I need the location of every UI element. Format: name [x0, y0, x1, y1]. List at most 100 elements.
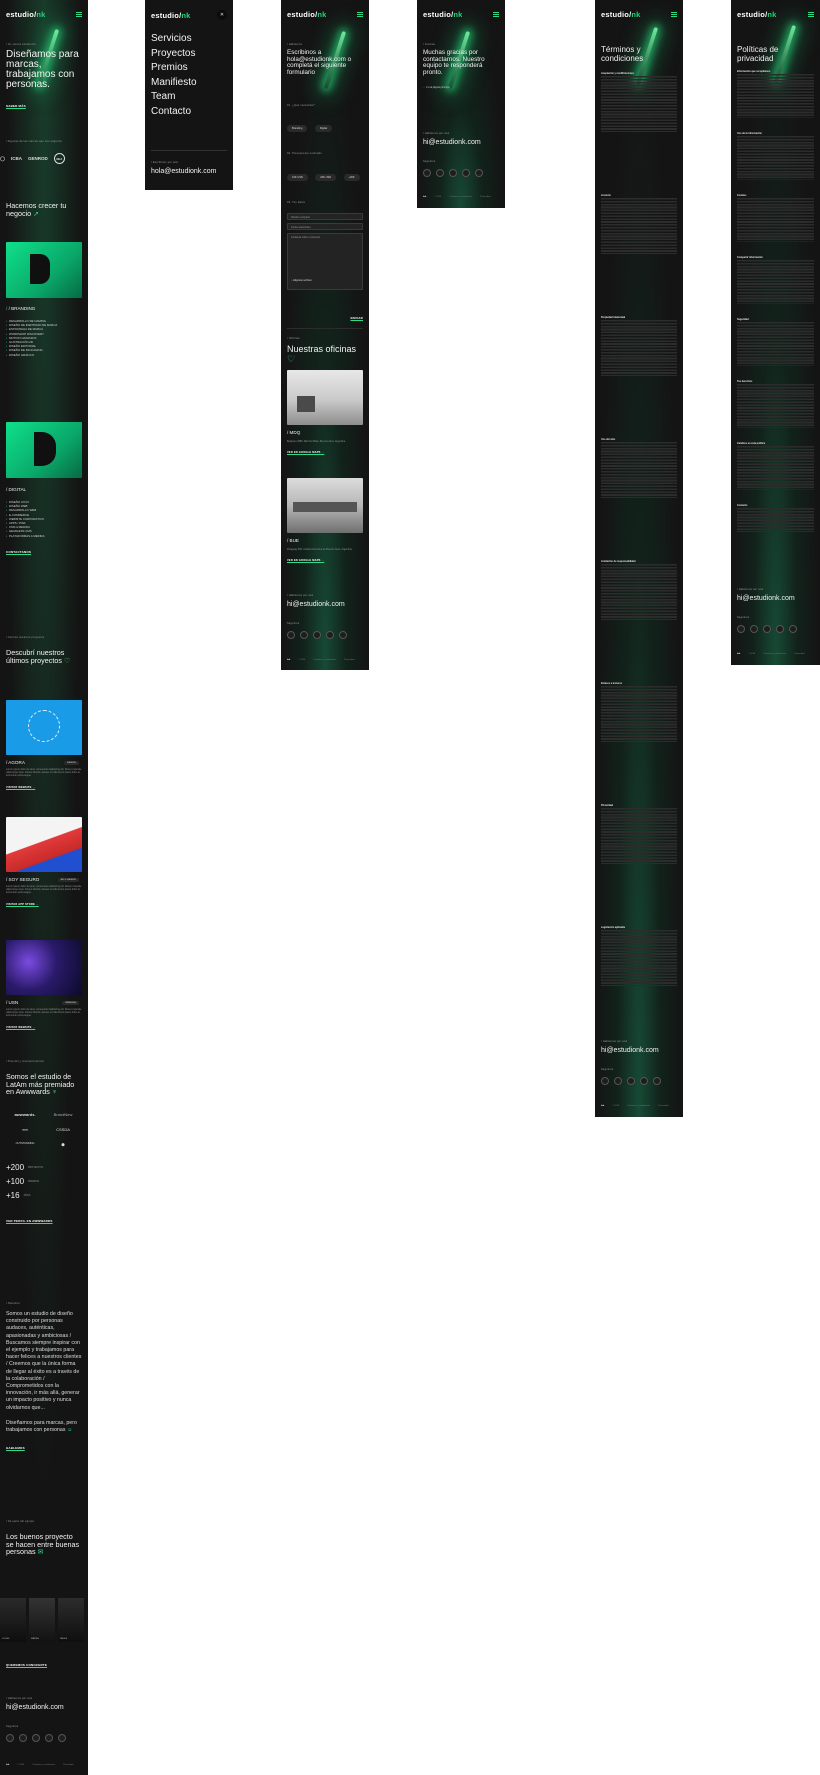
section-heading: Legislación aplicable	[601, 926, 626, 929]
behance-icon[interactable]	[313, 631, 321, 639]
project-link[interactable]: VISITAR WEBSITE →	[6, 1026, 82, 1029]
terms-section: Enlaces a terceros	[601, 682, 677, 742]
privacy-link[interactable]: Privacidad	[344, 659, 354, 661]
linkedin-icon[interactable]	[436, 169, 444, 177]
queremos-conocerte-link[interactable]: QUEREMOS CONOCERTE	[6, 1663, 82, 1667]
footer-eyebrow: / Hablemos por acá	[423, 132, 450, 135]
linkedin-icon[interactable]	[614, 1077, 622, 1085]
instagram-icon[interactable]	[601, 1077, 609, 1085]
menu-item-proyectos[interactable]: Proyectos	[151, 47, 227, 62]
logo[interactable]: estudio/nk	[6, 10, 46, 19]
terms-link[interactable]: Términos y condiciones	[627, 1105, 650, 1107]
hamburger-menu-icon[interactable]	[493, 12, 499, 17]
project-link[interactable]: VISITAR APP STORE →	[6, 903, 82, 906]
privacy-link[interactable]: Privacidad	[794, 653, 804, 655]
stat-label: PROYECTOS	[28, 1166, 43, 1170]
hamburger-menu-icon[interactable]	[76, 12, 82, 17]
logo[interactable]: estudio/nk	[601, 10, 641, 19]
footer-email[interactable]: hi@estudionk.com	[737, 595, 814, 602]
dribbble-icon[interactable]	[776, 625, 784, 633]
footer-bottom: /nk © 2024 Términos y condiciones Privac…	[6, 1764, 82, 1766]
instagram-icon[interactable]	[423, 169, 431, 177]
email-field[interactable]: Correo electrónico	[287, 223, 363, 230]
footer-email[interactable]: hi@estudionk.com	[287, 601, 363, 608]
twitter-icon[interactable]	[475, 169, 483, 177]
twitter-icon[interactable]	[789, 625, 797, 633]
awwwards-profile-link[interactable]: VER PERFIL EN AWWWARDS	[6, 1219, 82, 1223]
option-budget[interactable]: +30K	[343, 174, 360, 181]
behance-icon[interactable]	[32, 1734, 40, 1742]
google-maps-link[interactable]: VER EN GOOGLE MAPS →	[287, 559, 363, 562]
twitter-icon[interactable]	[339, 631, 347, 639]
linkedin-icon[interactable]	[300, 631, 308, 639]
logo[interactable]: estudio/nk	[287, 10, 327, 19]
terms-frame: estudio/nk Términos y condiciones Acepta…	[595, 0, 683, 1117]
privacy-link[interactable]: Privacidad	[63, 1764, 73, 1766]
privacy-link[interactable]: Privacidad	[658, 1105, 668, 1107]
option-digital[interactable]: Digital	[314, 125, 333, 132]
saber-mas-link[interactable]: SABER MÁS	[6, 104, 82, 108]
option-branding[interactable]: Branding	[287, 125, 308, 132]
terms-link[interactable]: Términos y condiciones	[313, 659, 336, 661]
menu-item-premios[interactable]: Premios	[151, 61, 227, 76]
option-budget[interactable]: 10K USD	[287, 174, 308, 181]
footer-email[interactable]: hi@estudionk.com	[423, 139, 499, 146]
menu-item-team[interactable]: Team	[151, 90, 227, 105]
footer-email[interactable]: hi@estudionk.com	[601, 1047, 677, 1054]
project-image-agora[interactable]	[6, 700, 82, 755]
instagram-icon[interactable]	[287, 631, 295, 639]
footer-email[interactable]: hi@estudionk.com	[6, 1704, 82, 1711]
back-home-link[interactable]: ← Ir a la página principal	[423, 86, 499, 89]
project-image-usn[interactable]	[6, 940, 82, 995]
name-field[interactable]: Nombre completo	[287, 213, 363, 220]
behance-icon[interactable]	[627, 1077, 635, 1085]
dribbble-icon[interactable]	[326, 631, 334, 639]
privacy-link[interactable]: Privacidad	[480, 196, 490, 198]
copyright: © 2024	[612, 1105, 620, 1107]
offices-section: / Oficinas Nuestras oficinas ♡	[287, 328, 363, 364]
terms-link[interactable]: Términos y condiciones	[449, 196, 472, 198]
dribbble-icon[interactable]	[462, 169, 470, 177]
project-link[interactable]: VISITAR WEBSITE →	[6, 786, 82, 789]
terms-link[interactable]: Términos y condiciones	[32, 1764, 55, 1766]
thanks-eyebrow: / Gracias	[423, 43, 436, 46]
linkedin-icon[interactable]	[19, 1734, 27, 1742]
dribbble-icon[interactable]	[640, 1077, 648, 1085]
project-image-soyseguro[interactable]	[6, 817, 82, 872]
hamburger-menu-icon[interactable]	[357, 12, 363, 17]
hablemos-link[interactable]: HABLEMOS	[6, 1446, 82, 1450]
twitter-icon[interactable]	[653, 1077, 661, 1085]
section-heading: Privacidad	[601, 804, 614, 807]
menu-item-manifiesto[interactable]: Manifiesto	[151, 76, 227, 91]
logo[interactable]: estudio/nk	[423, 10, 463, 19]
logo[interactable]: estudio/nk	[151, 11, 191, 20]
behance-icon[interactable]	[449, 169, 457, 177]
paragraph-lines	[737, 74, 814, 118]
submit-button[interactable]: ENVIAR	[350, 316, 363, 320]
linkedin-icon[interactable]	[750, 625, 758, 633]
footer-bottom: /nk © 2024 Términos y condiciones Privac…	[423, 196, 499, 198]
hamburger-menu-icon[interactable]	[671, 12, 677, 17]
branding-image	[6, 242, 82, 298]
menu-email[interactable]: hola@estudionk.com	[151, 168, 227, 175]
contactanos-link[interactable]: CONTACTANOS	[6, 550, 82, 554]
section-heading: Información que recopilamos	[737, 70, 771, 73]
option-budget[interactable]: 20K USD	[315, 174, 337, 181]
behance-icon[interactable]	[763, 625, 771, 633]
google-maps-link[interactable]: VER EN GOOGLE MAPS →	[287, 451, 363, 454]
dribbble-icon[interactable]	[45, 1734, 53, 1742]
close-icon[interactable]: ✕	[217, 10, 227, 20]
client-logo: ◯	[0, 155, 6, 161]
instagram-icon[interactable]	[737, 625, 745, 633]
attach-file-button[interactable]: ⌕ Adjuntar archivo	[291, 279, 363, 282]
paragraph-lines	[601, 320, 677, 376]
hamburger-menu-icon[interactable]	[808, 12, 814, 17]
logo[interactable]: estudio/nk	[737, 10, 777, 19]
twitter-icon[interactable]	[58, 1734, 66, 1742]
menu-item-servicios[interactable]: Servicios	[151, 32, 227, 47]
terms-title: Términos y condiciones	[601, 45, 644, 63]
menu-item-contacto[interactable]: Contacto	[151, 105, 227, 120]
instagram-icon[interactable]	[6, 1734, 14, 1742]
terms-link[interactable]: Términos y condiciones	[763, 653, 786, 655]
project-description: Lorem ipsum dolor sit amet, consectetur …	[6, 1008, 82, 1018]
